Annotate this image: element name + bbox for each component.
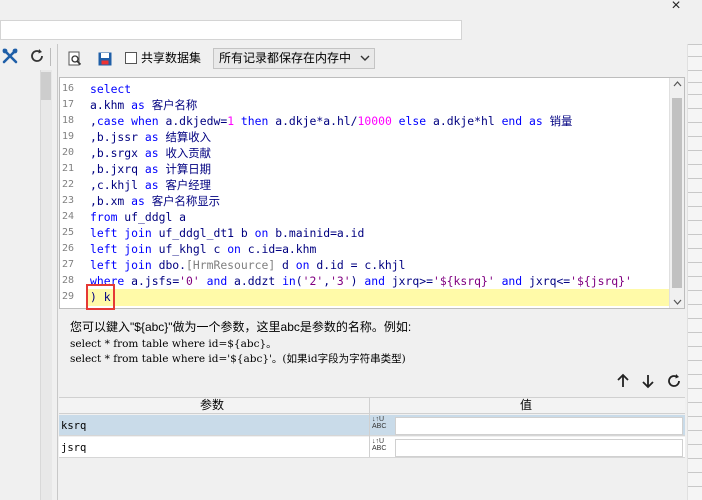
line-number-gutter: 16 17 18 19 20 21 22 23 24 25 26 27 28 29 [60, 78, 87, 308]
edge-line [688, 220, 702, 221]
line-number: 20 [62, 147, 75, 158]
edge-line [688, 360, 702, 361]
edge-line [688, 122, 702, 123]
tools-icon[interactable] [0, 46, 20, 66]
edge-line [688, 56, 702, 57]
param-column-value-header: 值 [520, 398, 533, 412]
line-number: 29 [62, 291, 75, 302]
edge-line [688, 332, 702, 333]
edge-line [688, 164, 702, 165]
edge-line [688, 430, 702, 431]
line-number: 21 [62, 163, 75, 174]
sql-editor[interactable]: 16 17 18 19 20 21 22 23 24 25 26 27 28 29 select a.khm… [59, 77, 685, 309]
param-name: jsrq [61, 442, 87, 454]
edge-line [688, 444, 702, 445]
edge-line [688, 178, 702, 179]
code-line: ,b.jssr as 结算收入 [90, 130, 212, 144]
preview-icon[interactable] [65, 49, 85, 69]
edge-line [688, 206, 702, 207]
edge-line [688, 472, 702, 473]
edge-line [688, 318, 702, 319]
edge-line [688, 108, 702, 109]
code-line: ,case when a.dkjedw=1 then a.dkje*a.hl/1… [90, 114, 573, 128]
save-icon[interactable] [95, 49, 115, 69]
line-number: 18 [62, 115, 75, 126]
line-number: 24 [62, 211, 75, 222]
edge-line [688, 262, 702, 263]
memory-mode-value: 所有记录都保存在内存中 [219, 51, 352, 65]
param-hint-text: 您可以鍵入"${abc}"做为一个参数，这里abc是参数的名称。例如: [70, 320, 412, 334]
highlight-box [86, 284, 115, 310]
code-line: ,b.srgx as 收入贡献 [90, 146, 212, 160]
edge-line [688, 136, 702, 137]
line-number: 25 [62, 227, 75, 238]
param-value-input[interactable] [395, 417, 683, 435]
code-line: ,b.xm as 客户名称显示 [90, 194, 221, 208]
left-toolbar [0, 44, 56, 70]
refresh-params-icon[interactable] [666, 373, 682, 389]
line-number: 17 [62, 99, 75, 110]
editor-scrollbar-thumb[interactable] [672, 98, 682, 288]
code-line: left join uf_ddgl_dt1 b on b.mainid=a.id [90, 226, 365, 240]
line-number: 16 [62, 83, 75, 94]
current-line-highlight [60, 289, 670, 306]
line-number: 27 [62, 259, 75, 270]
edge-line [688, 150, 702, 151]
edge-line [688, 374, 702, 375]
right-panel-edge [687, 44, 702, 500]
line-number: 28 [62, 275, 75, 286]
edge-line [688, 346, 702, 347]
code-line: ,b.jxrq as 计算日期 [90, 162, 212, 176]
left-scrollbar-thumb[interactable] [41, 72, 51, 100]
close-icon[interactable]: × [664, 0, 688, 14]
edge-line [688, 234, 702, 235]
edge-line [688, 304, 702, 305]
code-line: select [90, 82, 132, 96]
param-table-header [59, 397, 685, 414]
text-type-icon[interactable]: ↓↑U ABC [372, 438, 392, 456]
param-hint-example-1: select * from table where id=${abc}。 [70, 338, 277, 350]
line-number: 23 [62, 195, 75, 206]
line-number: 26 [62, 243, 75, 254]
param-column-divider [369, 397, 370, 457]
code-line: where a.jsfs='0' and a.ddzt in('2','3') … [90, 274, 632, 288]
edge-line [688, 402, 702, 403]
edge-line [688, 192, 702, 193]
code-line: left join uf_khgl c on c.id=a.khm [90, 242, 317, 256]
left-scrollbar[interactable] [40, 70, 52, 500]
top-input-field[interactable] [0, 20, 462, 40]
code-line: ,c.khjl as 客户经理 [90, 178, 212, 192]
refresh-icon[interactable] [27, 46, 47, 66]
move-down-icon[interactable] [641, 373, 657, 389]
chevron-down-icon[interactable] [357, 49, 373, 67]
param-column-name-header: 参数 [200, 398, 225, 412]
move-up-icon[interactable] [616, 373, 632, 389]
code-line: left join dbo.[HrmResource] d on d.id = … [90, 258, 406, 272]
share-dataset-label: 共享数据集 [141, 51, 202, 65]
edge-line [688, 416, 702, 417]
edge-line [688, 248, 702, 249]
edge-line [688, 290, 702, 291]
code-line: a.khm as 客户名称 [90, 98, 198, 112]
text-type-icon[interactable]: ↓↑U ABC [372, 416, 392, 434]
edge-line [688, 94, 702, 95]
edge-line [688, 458, 702, 459]
param-hint-example-2: select * from table where id='${abc}'。(如… [70, 353, 406, 365]
line-number: 22 [62, 179, 75, 190]
edge-line [688, 276, 702, 277]
param-name: ksrq [61, 420, 87, 432]
line-number: 19 [62, 131, 75, 142]
edge-line [688, 388, 702, 389]
edge-line [688, 82, 702, 83]
share-dataset-checkbox[interactable] [125, 52, 137, 64]
edge-line [688, 44, 702, 45]
param-value-input[interactable] [395, 439, 683, 457]
edge-line [688, 70, 702, 71]
code-line: from uf_ddgl a [90, 210, 187, 224]
edge-line [688, 486, 702, 487]
